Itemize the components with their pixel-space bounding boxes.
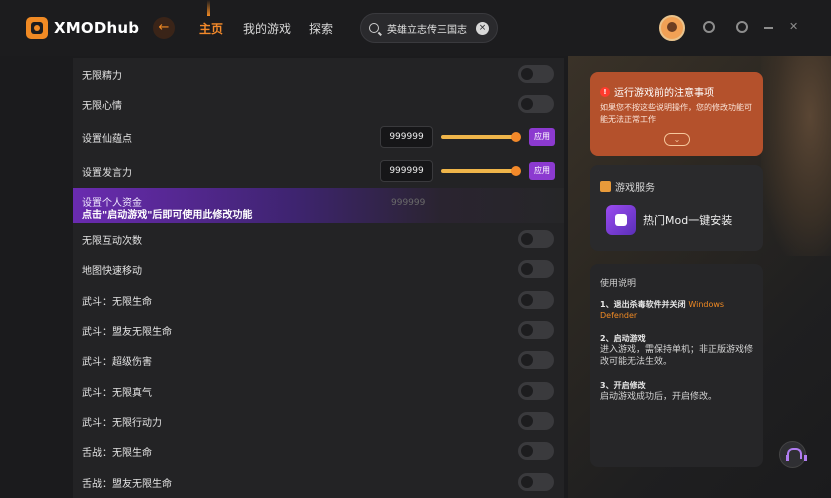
- step-title: 1、退出杀毒软件并关闭: [600, 300, 686, 309]
- list-item: 无限精力: [73, 59, 564, 89]
- list-item-label: 地图快速移动: [82, 265, 142, 277]
- toggle-switch[interactable]: [518, 382, 554, 400]
- toggle-switch[interactable]: [518, 95, 554, 113]
- search-box[interactable]: 英雄立志传三国志 ×: [360, 13, 498, 43]
- settings-icon[interactable]: [736, 21, 748, 33]
- apply-button[interactable]: 应用: [529, 128, 555, 146]
- toggle-switch[interactable]: [518, 321, 554, 339]
- step-body: 启动游戏成功后，开启修改。: [600, 392, 718, 402]
- avatar[interactable]: [659, 15, 685, 41]
- list-item-label: 武斗：盟友无限生命: [82, 326, 172, 338]
- notification-icon[interactable]: [703, 21, 715, 33]
- service-icon: [600, 181, 611, 192]
- list-item: 武斗：无限生命: [73, 285, 564, 315]
- game-service-card: 游戏服务 热门Mod一键安装: [590, 165, 763, 251]
- service-header: 游戏服务: [600, 179, 655, 194]
- list-item-label: 设置发言力: [82, 167, 132, 179]
- nav-tab-explore[interactable]: 探索: [309, 20, 333, 37]
- mod-icon: [606, 205, 636, 235]
- toggle-switch[interactable]: [518, 65, 554, 83]
- guide-step-3: 3、开启修改 启动游戏成功后，开启修改。: [600, 380, 755, 403]
- list-item-label: 无限互动次数: [82, 235, 142, 247]
- guide-title: 使用说明: [600, 279, 637, 289]
- list-item: 武斗：无限真气: [73, 376, 564, 406]
- notice-body: 如果您不按这些说明操作，您的修改功能可能无法正常工作: [600, 103, 752, 124]
- step-title: 3、开启修改: [600, 381, 646, 390]
- search-input[interactable]: 英雄立志传三国志: [387, 21, 476, 36]
- list-item: 武斗：盟友无限生命: [73, 315, 564, 345]
- value-slider[interactable]: [441, 169, 519, 173]
- headset-support-icon[interactable]: [779, 441, 807, 468]
- slider-handle[interactable]: [511, 132, 521, 142]
- mod-install-label: 热门Mod一键安装: [643, 214, 733, 227]
- app-title: XMODhub: [54, 19, 140, 37]
- toggle-switch[interactable]: [518, 473, 554, 491]
- launch-required-note: 点击"启动游戏"后即可使用此修改功能: [82, 210, 253, 221]
- list-item: 武斗：超级伤害: [73, 345, 564, 375]
- toggle-switch[interactable]: [518, 351, 554, 369]
- list-item: 舌战：无限生命: [73, 436, 564, 466]
- list-item-label: 舌战：盟友无限生命: [82, 478, 172, 490]
- value-input: 999999: [391, 198, 426, 208]
- list-item: 无限心情: [73, 89, 564, 119]
- list-item: 无限互动次数: [73, 224, 564, 254]
- service-title: 游戏服务: [615, 183, 655, 194]
- chevron-down-icon: ⌄: [673, 135, 681, 144]
- alert-icon: !: [600, 86, 610, 97]
- xmod-logo-icon: [26, 17, 48, 39]
- search-icon: [369, 23, 379, 33]
- step-title: 2、启动游戏: [600, 334, 646, 343]
- close-icon[interactable]: ✕: [789, 20, 798, 33]
- list-item: 设置发言力 999999 应用: [73, 156, 564, 186]
- app-logo[interactable]: XMODhub: [26, 17, 139, 39]
- nav-tab-home[interactable]: 主页: [199, 20, 223, 37]
- mod-install-button[interactable]: 热门Mod一键安装: [606, 205, 732, 235]
- list-item: 武斗：无限行动力: [73, 406, 564, 436]
- list-item: 舌战：盟友无限生命: [73, 467, 564, 497]
- toggle-switch[interactable]: [518, 412, 554, 430]
- list-item-label: 武斗：超级伤害: [82, 356, 152, 368]
- locked-feature-banner: 设置个人资金 999999 点击"启动游戏"后即可使用此修改功能: [73, 188, 564, 223]
- back-arrow-icon: ←: [158, 20, 170, 35]
- toggle-switch[interactable]: [518, 442, 554, 460]
- list-item: 设置仙蕴点 999999 应用: [73, 122, 564, 152]
- step-body: 进入游戏，需保持单机；非正版游戏修改可能无法生效。: [600, 345, 754, 367]
- toggle-switch[interactable]: [518, 230, 554, 248]
- list-item-label: 无限精力: [82, 70, 122, 82]
- clear-search-icon[interactable]: ×: [476, 21, 489, 35]
- list-item-label: 武斗：无限真气: [82, 387, 152, 399]
- apply-button[interactable]: 应用: [529, 162, 555, 180]
- usage-guide-card: 使用说明 1、退出杀毒软件并关闭 Windows Defender 2、启动游戏…: [590, 264, 763, 467]
- value-input[interactable]: 999999: [380, 126, 433, 148]
- list-item-label: 舌战：无限生命: [82, 447, 152, 459]
- value-slider[interactable]: [441, 135, 519, 139]
- guide-step-2: 2、启动游戏 进入游戏，需保持单机；非正版游戏修改可能无法生效。: [600, 333, 755, 368]
- slider-handle[interactable]: [511, 166, 521, 176]
- list-item-label: 设置仙蕴点: [82, 133, 132, 145]
- notice-header: ! 运行游戏前的注意事项: [600, 84, 714, 99]
- list-item: 地图快速移动: [73, 254, 564, 284]
- minimize-icon[interactable]: [764, 27, 773, 29]
- list-item-label: 武斗：无限行动力: [82, 417, 162, 429]
- value-input[interactable]: 999999: [380, 160, 433, 182]
- back-button[interactable]: ←: [153, 17, 175, 39]
- list-item-label: 武斗：无限生命: [82, 296, 152, 308]
- active-tab-indicator: [207, 0, 210, 16]
- toggle-switch[interactable]: [518, 291, 554, 309]
- expand-notice-button[interactable]: ⌄: [664, 133, 690, 146]
- toggle-switch[interactable]: [518, 260, 554, 278]
- notice-title: 运行游戏前的注意事项: [614, 88, 714, 99]
- nav-tab-my-games[interactable]: 我的游戏: [243, 20, 291, 37]
- guide-step-1: 1、退出杀毒软件并关闭 Windows Defender: [600, 299, 755, 321]
- cheat-list: 无限精力 无限心情 设置仙蕴点 999999 应用 设置发言力 999999 应…: [73, 58, 564, 498]
- list-item-label: 无限心情: [82, 100, 122, 112]
